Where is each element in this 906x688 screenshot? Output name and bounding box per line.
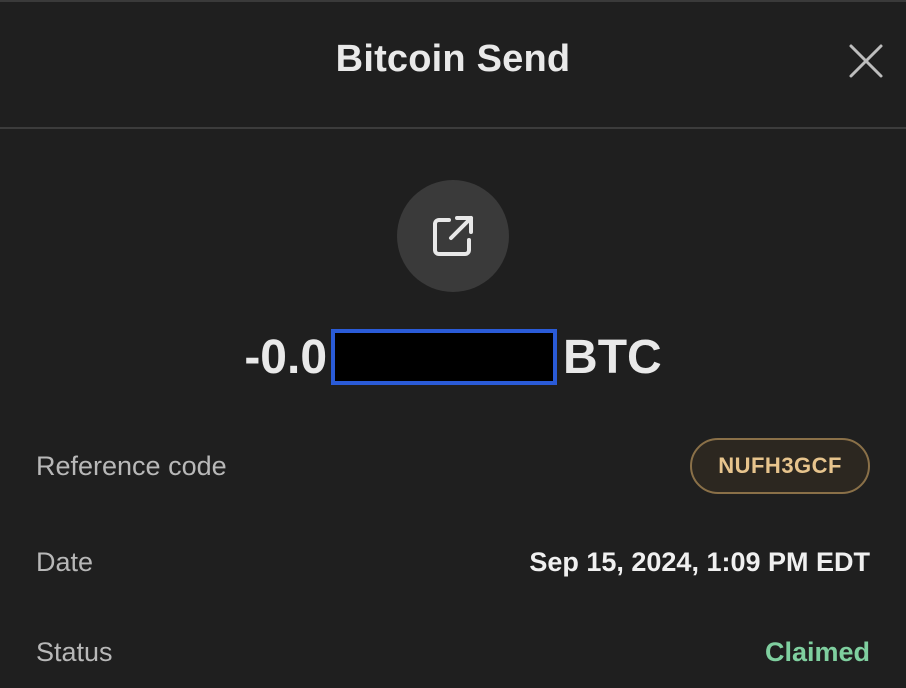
status-label: Status xyxy=(36,636,113,667)
date-label: Date xyxy=(36,546,94,577)
date-row: Date Sep 15, 2024, 1:09 PM EDT xyxy=(36,542,870,582)
reference-label: Reference code xyxy=(36,450,227,481)
redacted-amount-block xyxy=(331,329,558,385)
status-row: Status Claimed xyxy=(36,632,870,672)
date-value: Sep 15, 2024, 1:09 PM EDT xyxy=(529,546,870,577)
transaction-amount: -0.0 BTC xyxy=(0,328,906,386)
amount-value: -0.0 xyxy=(244,330,328,384)
transaction-detail-panel: Bitcoin Send -0.0 BTC Reference code NUF… xyxy=(0,0,906,688)
amount-unit: BTC xyxy=(563,330,662,384)
page-title: Bitcoin Send xyxy=(335,38,571,80)
external-link-icon xyxy=(433,216,473,256)
reference-code-badge[interactable]: NUFH3GCF xyxy=(690,438,870,494)
panel-header: Bitcoin Send xyxy=(0,2,906,129)
close-button[interactable] xyxy=(845,40,887,82)
external-link-button[interactable] xyxy=(397,180,509,292)
close-icon xyxy=(849,44,883,78)
reference-row: Reference code NUFH3GCF xyxy=(36,438,870,494)
status-value: Claimed xyxy=(764,636,870,667)
